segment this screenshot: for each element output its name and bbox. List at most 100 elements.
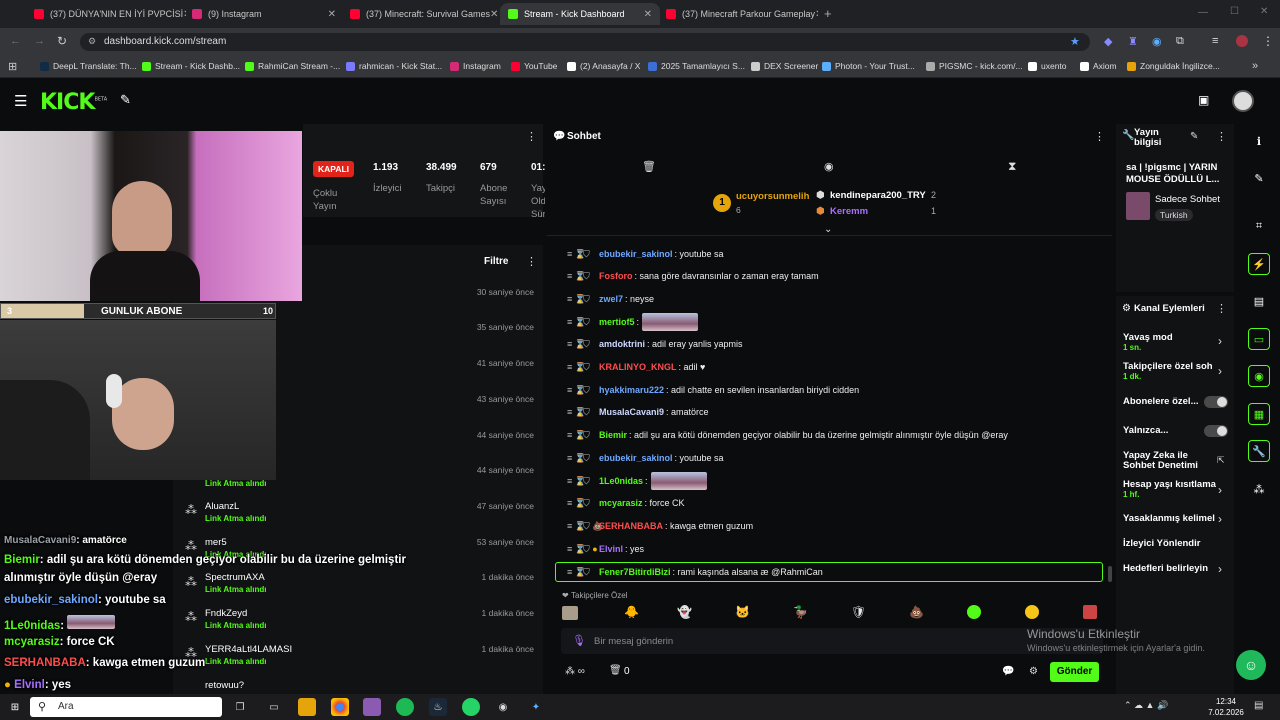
chat-message[interactable]: ≡ ⌛ ⛉ amdoktrini: adil eray yanlis yapmis (567, 337, 743, 351)
chat-message[interactable]: ≡ ⌛ ⛉ Biemir: adil şu ara kötü dönemden ge… (567, 428, 1008, 442)
chat-message-highlighted[interactable]: ≡ ⌛ ⛉ Fener7BitirdiBizi: rami kaşında alsa… (567, 565, 823, 579)
emote-image[interactable] (967, 605, 981, 619)
chat-message[interactable]: ≡ ⌛ ⛉ MusalaCavani9: amatörce (567, 405, 709, 419)
bookmark-item[interactable]: RahmiCan Stream -... (245, 61, 340, 71)
chevron-right-icon[interactable]: › (1218, 334, 1222, 348)
filter-button[interactable]: Filtre (484, 256, 508, 267)
back-icon[interactable]: ← (10, 35, 21, 47)
browser-tab[interactable]: (37) Minecraft Parkour Gameplay✕ (658, 3, 818, 25)
bookmark-item[interactable]: Zonguldak İngilizce... (1127, 61, 1220, 71)
browser-tab[interactable]: (37) Minecraft: Survival Games ✕ (342, 3, 502, 25)
taskbar-search[interactable]: ⚲ Ara (30, 697, 222, 717)
new-tab-button[interactable]: + (824, 6, 832, 21)
chat-message[interactable]: ≡ ⌛ ⛉ mertiof5: (567, 313, 699, 331)
chat-message[interactable]: ≡ ⌛ ⛉ ● Elvinl: yes (567, 542, 644, 556)
bookmark-item[interactable]: Axiom (1080, 61, 1117, 71)
chat-message[interactable]: ≡ ⌛ ⛉ zwel7: neyse (567, 292, 654, 306)
account-age-item[interactable]: Hesap yaşı kısıtlama 1 hf. (1123, 480, 1219, 500)
chevron-right-icon[interactable]: › (1218, 562, 1222, 576)
viewer-redirect-item[interactable]: İzleyici Yönlendir (1123, 539, 1223, 549)
emote-image[interactable]: 💩 (909, 605, 924, 619)
emote-image[interactable]: 🛡 (851, 605, 866, 619)
minimize-icon[interactable]: — (1198, 7, 1208, 18)
chat-message[interactable]: ≡ ⌛ ⛉ ebubekir_sakinol: youtube sa (567, 451, 724, 465)
slow-mode-item[interactable]: Yavaş mod 1 sn. (1123, 333, 1223, 353)
browser-tab[interactable]: (37) DÜNYA'NIN EN İYİ PVPCİSİ✕ (26, 3, 186, 25)
app-icon[interactable]: ✦ (527, 698, 545, 716)
maximize-icon[interactable]: ☐ (1230, 6, 1239, 17)
reload-icon[interactable]: ↻ (57, 34, 67, 48)
bookmark-item[interactable]: YouTube (511, 61, 557, 71)
notifications-icon[interactable]: ▤ (1254, 700, 1263, 711)
help-chat-icon[interactable]: ☺ (1236, 650, 1266, 680)
emote-only-toggle[interactable] (1204, 425, 1228, 437)
wrench-icon[interactable]: 🔧 (1248, 440, 1270, 462)
info-icon[interactable]: ℹ (1248, 130, 1270, 152)
extensions-puzzle-icon[interactable]: ⧉ (1176, 35, 1184, 48)
chat-message[interactable]: ≡ ⌛ ⛉ ebubekir_sakinol: youtube sa (567, 247, 724, 261)
tray-icons[interactable]: ⌃ ☁ ▲ 🔊 (1124, 700, 1168, 711)
more-options-icon[interactable]: ⋮ (1216, 130, 1227, 143)
extension-icon[interactable]: ◉ (1152, 35, 1162, 48)
extension-icon[interactable]: ◆ (1104, 35, 1112, 48)
more-bookmarks-icon[interactable]: » (1252, 60, 1258, 72)
chat-message[interactable]: ≡ ⌛ ⛉ 1Le0nidas: (567, 472, 707, 490)
trash-icon[interactable]: 🗑 (642, 160, 656, 173)
obs-icon[interactable]: ◉ (494, 698, 512, 716)
emote-image[interactable] (562, 606, 578, 620)
banned-words-item[interactable]: Yasaklanmış kelimel (1123, 514, 1217, 524)
edit-icon[interactable]: ✎ (1190, 131, 1198, 142)
bookmark-item[interactable]: uxento (1028, 61, 1067, 71)
emote-image[interactable]: 🦆 (793, 605, 808, 619)
browser-tab-active[interactable]: Stream - Kick Dashboard ✕ (500, 3, 660, 25)
followers-chat-item[interactable]: Takipçilere özel soh 1 dk. (1123, 362, 1219, 382)
chat-message[interactable]: ≡ ⌛ ⛉ Fosforo: sana göre davransınlar o za… (567, 269, 819, 283)
bookmark-item[interactable]: 2025 Tamamlayıcı S... (648, 61, 745, 71)
chat-mode-icon[interactable]: ◉ (824, 160, 834, 173)
steam-icon[interactable]: ♨ (429, 698, 447, 716)
more-options-icon[interactable]: ⋮ (1216, 302, 1227, 315)
points-icon[interactable]: ⁂ ∞ (565, 666, 585, 677)
chat-bubble-icon[interactable]: 💬 (1002, 666, 1014, 677)
emote-image[interactable] (1025, 605, 1039, 619)
chat-input-placeholder[interactable]: Bir mesaj gönderin (594, 636, 673, 647)
close-icon[interactable]: ✕ (490, 9, 498, 20)
emote-image[interactable]: 🐥 (624, 605, 639, 619)
extension-icon[interactable]: ♜ (1128, 35, 1138, 48)
emote-image[interactable] (1083, 605, 1097, 619)
edit-icon[interactable]: ✎ (1248, 167, 1270, 189)
bookmark-item[interactable]: Stream - Kick Dashb... (142, 61, 240, 71)
ai-moderation-item[interactable]: Yapay Zeka ile Sohbet Denetimi (1123, 451, 1208, 471)
chat-scrollbar[interactable] (1108, 566, 1112, 582)
bookmark-item[interactable]: rahmican - Kick Stat... (346, 61, 442, 71)
goals-item[interactable]: Hedefleri belirleyin (1123, 564, 1223, 574)
kick-logo[interactable]: KICKBETA (40, 90, 107, 115)
url-input[interactable]: dashboard.kick.com/stream (80, 33, 1090, 51)
windows-start-icon[interactable]: ⊞ (6, 698, 24, 716)
chat-bubble-icon[interactable]: ▭ (1248, 328, 1270, 350)
chevron-right-icon[interactable]: › (1218, 483, 1222, 497)
file-explorer-icon[interactable] (298, 698, 316, 716)
whatsapp-icon[interactable] (462, 698, 480, 716)
bookmark-item[interactable]: Instagram (450, 61, 501, 71)
task-view-icon[interactable]: ❐ (231, 698, 249, 716)
forward-icon[interactable]: → (34, 35, 45, 47)
chat-message[interactable]: ≡ ⌛ ⛉ KRALINYO_KNGL: adil ♥ (567, 360, 705, 374)
clipboard-icon[interactable]: ▤ (1248, 290, 1270, 312)
bookmark-item[interactable]: (2) Anasayfa / X (567, 61, 640, 71)
chat-message[interactable]: ≡ ⌛ ⛉ 💩 SERHANBABA: kawga etmen guzum (567, 519, 753, 533)
close-icon[interactable]: ✕ (815, 9, 818, 20)
microphone-icon[interactable]: 🎙 (572, 634, 586, 647)
bookmark-item[interactable]: DEX Screener (751, 61, 818, 71)
spotify-icon[interactable] (396, 698, 414, 716)
apps-grid-icon[interactable]: ⊞ (8, 60, 17, 73)
more-options-icon[interactable]: ⋮ (526, 255, 537, 268)
chevron-down-icon[interactable]: ⌄ (824, 224, 832, 235)
chrome-icon[interactable] (331, 698, 349, 716)
more-options-icon[interactable]: ⋮ (1094, 130, 1105, 143)
close-icon[interactable]: ✕ (644, 9, 652, 20)
chat-message[interactable]: ≡ ⌛ ⛉ mcyarasiz: force CK (567, 496, 685, 510)
lightning-icon[interactable]: ⚡ (1248, 253, 1270, 275)
app-icon[interactable] (363, 698, 381, 716)
subscribers-only-toggle[interactable] (1204, 396, 1228, 408)
